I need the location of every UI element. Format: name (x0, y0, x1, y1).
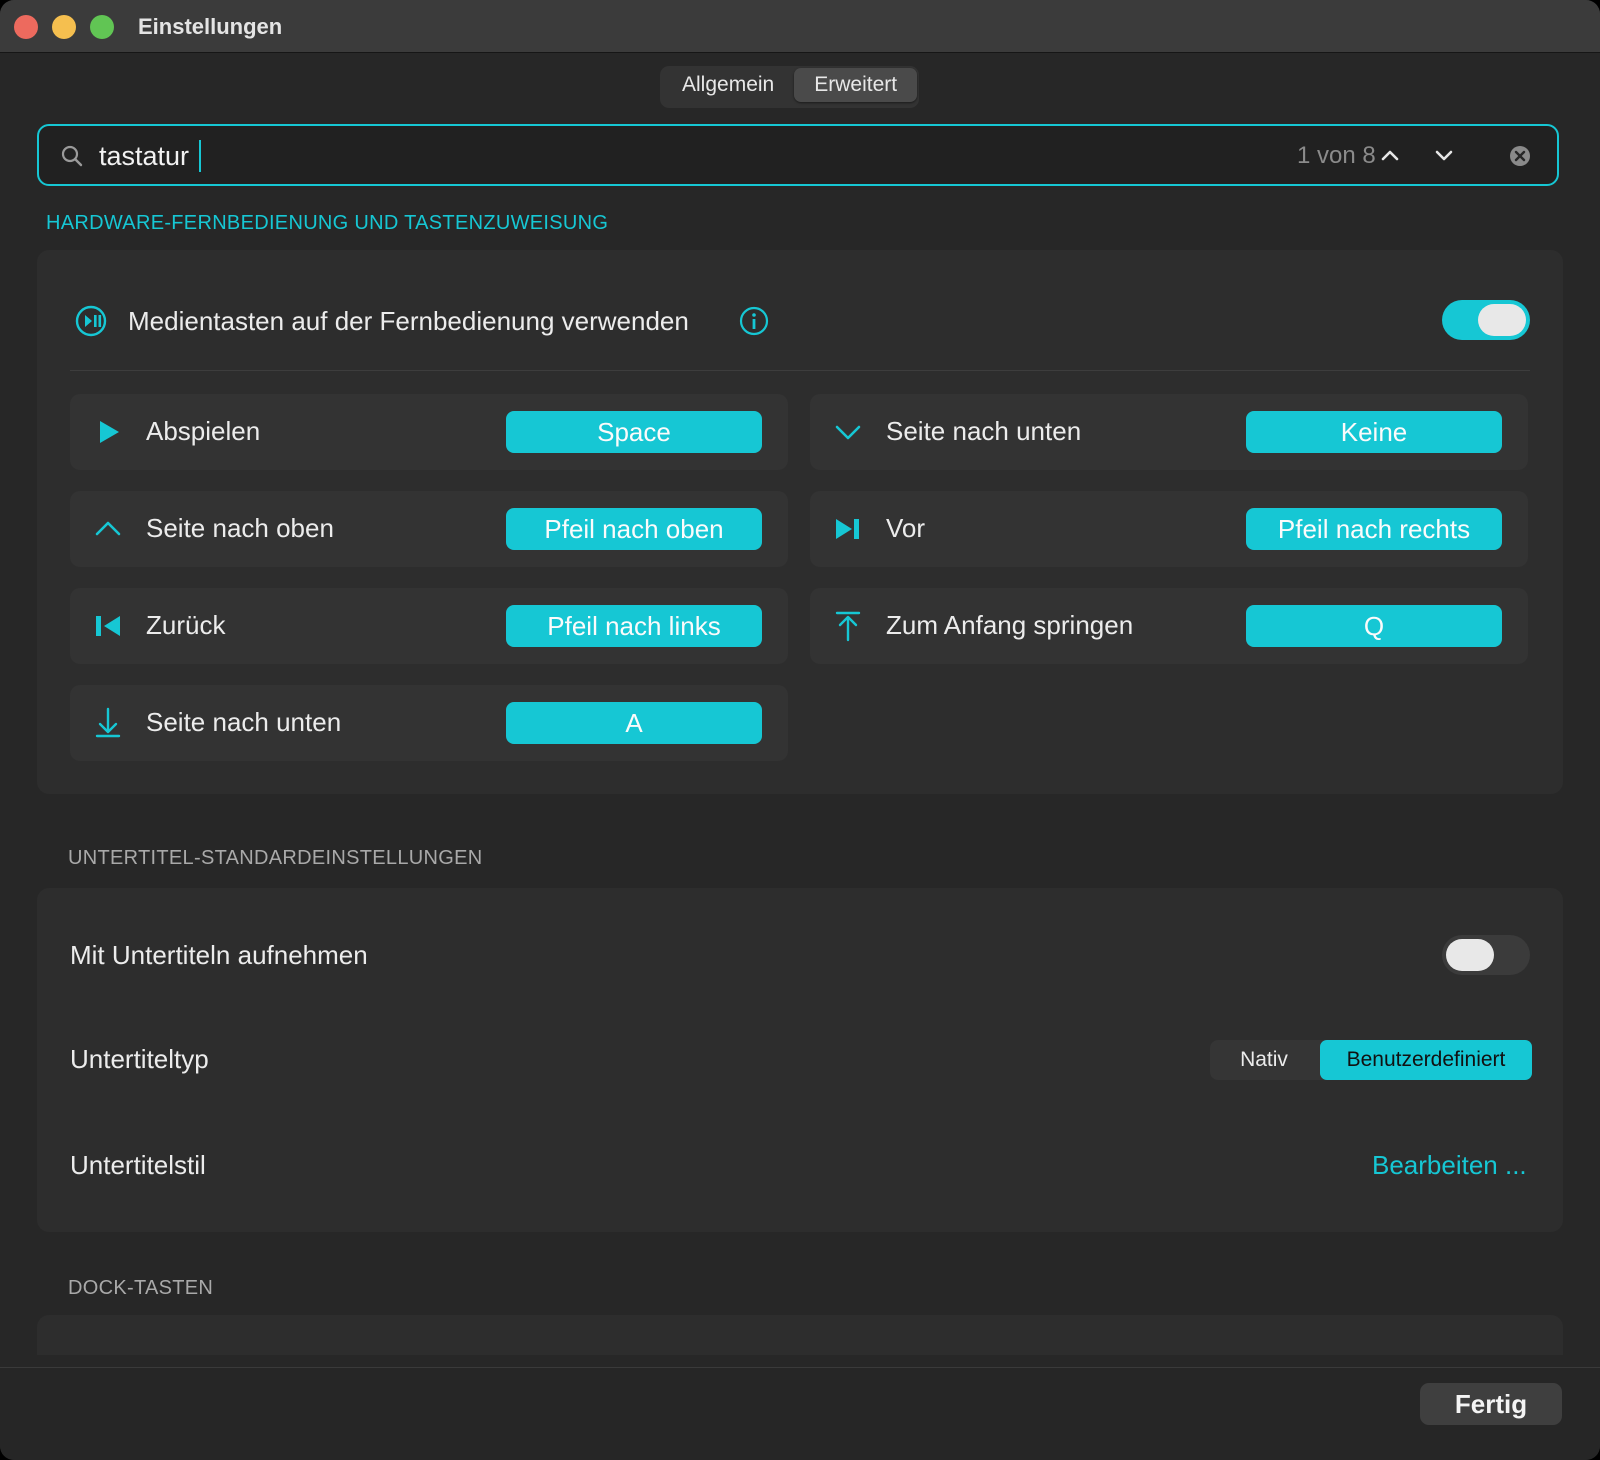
window-title: Einstellungen (138, 14, 283, 39)
subtitle-style-label: Untertitelstil (70, 1150, 206, 1180)
done-button[interactable]: Fertig (1420, 1383, 1562, 1425)
mapping-action-label: Zurück (146, 610, 226, 640)
skip-back-icon (96, 616, 120, 636)
arrow-down-icon (95, 707, 121, 738)
key-mapping-row: Zum Anfang springen Q (810, 588, 1528, 664)
jump-to-top-icon (835, 611, 861, 642)
next-match-button[interactable] (1429, 140, 1459, 170)
mapping-action-label: Abspielen (146, 416, 261, 446)
info-icon[interactable] (738, 305, 770, 337)
tab-bar: Allgemein Erweitert (660, 66, 920, 108)
key-assignment-button[interactable]: Space (506, 411, 762, 453)
section-title-hardware: HARDWARE-FERNBEDIENUNG UND TASTENZUWEISU… (46, 212, 609, 234)
media-keys-toggle[interactable] (1442, 300, 1530, 340)
key-assignment-button[interactable]: Keine (1246, 411, 1502, 453)
search-input[interactable] (97, 134, 1301, 178)
skip-forward-icon (836, 519, 859, 539)
play-pause-icon (75, 305, 107, 337)
key-mapping-row: Abspielen Space (70, 394, 788, 470)
search-field[interactable]: 1 von 8 (37, 124, 1559, 186)
key-assignment-button[interactable]: Pfeil nach rechts (1246, 508, 1502, 550)
key-assignment-button[interactable]: Q (1246, 605, 1502, 647)
footer-bar: Fertig (0, 1367, 1600, 1460)
key-mapping-row: Seite nach unten A (70, 685, 788, 761)
clear-search-icon[interactable] (1509, 145, 1531, 167)
key-mapping-row: Seite nach oben Pfeil nach oben (70, 491, 788, 567)
divider (70, 370, 1530, 371)
subtitle-type-nativ[interactable]: Nativ (1210, 1040, 1318, 1080)
mapping-action-label: Vor (886, 513, 926, 543)
toggle-knob (1446, 939, 1494, 971)
edit-subtitle-style-link[interactable]: Bearbeiten ... (1372, 1150, 1527, 1181)
section-title-subtitles: UNTERTITEL-STANDARDEINSTELLUNGEN (68, 847, 483, 869)
media-keys-label: Medientasten auf der Fernbedienung verwe… (128, 306, 689, 336)
dock-card (37, 1315, 1563, 1355)
key-assignment-button[interactable]: A (506, 702, 762, 744)
chevron-up-icon (95, 521, 121, 536)
text-cursor (199, 140, 201, 172)
settings-window: Einstellungen Allgemein Erweitert 1 von … (0, 0, 1600, 1460)
key-assignment-button[interactable]: Pfeil nach oben (506, 508, 762, 550)
key-mapping-row: Zurück Pfeil nach links (70, 588, 788, 664)
record-subtitles-label: Mit Untertiteln aufnehmen (70, 940, 368, 970)
tab-allgemein[interactable]: Allgemein (662, 68, 794, 102)
subtitle-type-label: Untertiteltyp (70, 1044, 209, 1074)
play-icon (100, 421, 119, 443)
mapping-action-label: Zum Anfang springen (886, 610, 1134, 640)
close-window-button[interactable] (14, 15, 38, 39)
subtitle-type-segmented-control: Nativ Benutzerdefiniert (1210, 1040, 1532, 1080)
title-bar: Einstellungen (0, 0, 1600, 53)
key-mapping-row: Vor Pfeil nach rechts (810, 491, 1528, 567)
tab-erweitert[interactable]: Erweitert (794, 68, 918, 102)
previous-match-button[interactable] (1375, 140, 1405, 170)
match-count: 1 von 8 (1297, 142, 1376, 169)
toggle-knob (1478, 304, 1526, 336)
search-icon (61, 145, 83, 167)
key-mapping-row: Seite nach unten Keine (810, 394, 1528, 470)
mapping-action-label: Seite nach oben (146, 513, 334, 543)
zoom-window-button[interactable] (90, 15, 114, 39)
subtitle-type-custom[interactable]: Benutzerdefiniert (1320, 1040, 1532, 1080)
record-subtitles-toggle[interactable] (1442, 935, 1530, 975)
mapping-action-label: Seite nach unten (886, 416, 1082, 446)
minimize-window-button[interactable] (52, 15, 76, 39)
mapping-action-label: Seite nach unten (146, 707, 342, 737)
chevron-down-icon (835, 425, 861, 440)
key-assignment-button[interactable]: Pfeil nach links (506, 605, 762, 647)
section-title-dock: DOCK-TASTEN (68, 1277, 214, 1299)
